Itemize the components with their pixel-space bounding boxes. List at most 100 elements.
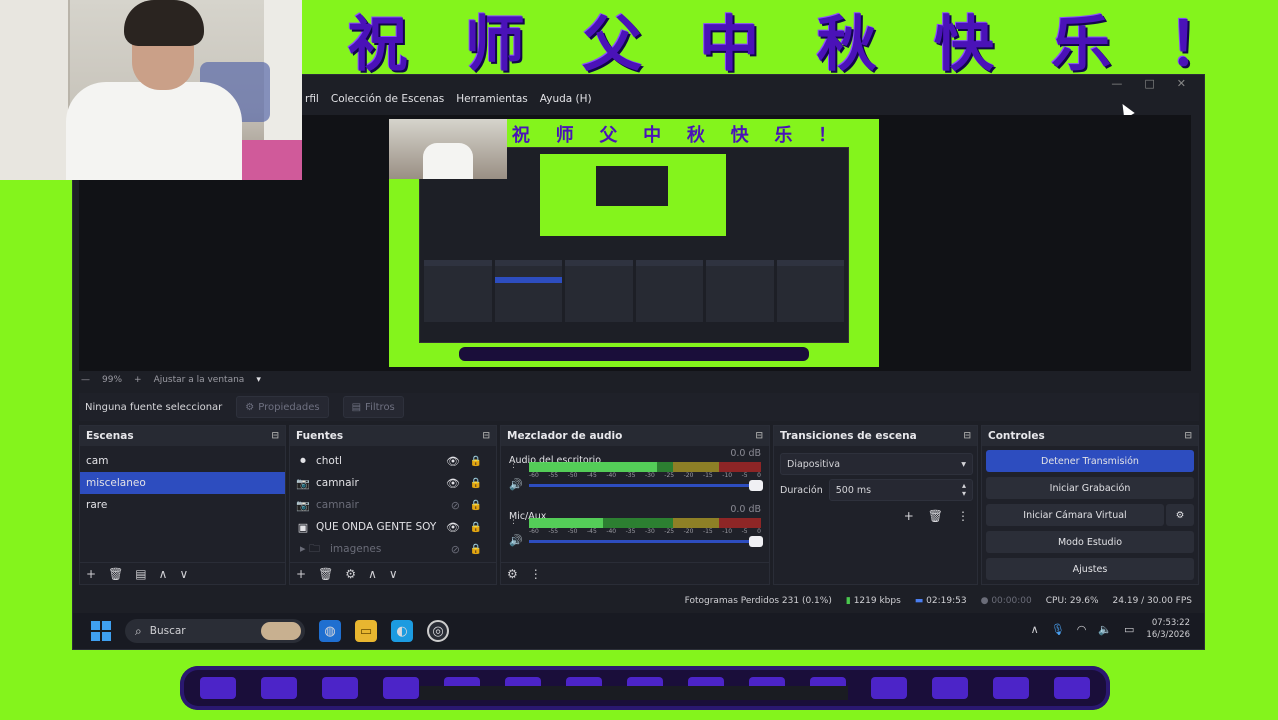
volume-slider[interactable] [529, 480, 763, 491]
menu-help[interactable]: Ayuda (H) [540, 93, 592, 111]
slider-knob[interactable] [749, 480, 763, 491]
speaker-icon[interactable]: 🔊 [509, 478, 523, 491]
lock-icon[interactable]: 🔒 [470, 522, 482, 533]
move-up-icon[interactable]: ∧ [368, 567, 377, 581]
virtual-camera-settings-icon[interactable]: ⚙ [1166, 504, 1194, 526]
dock-menu-icon[interactable]: ⊟ [482, 431, 490, 441]
eye-hidden-icon[interactable]: ⊘ [451, 543, 460, 556]
chevron-up-icon[interactable]: ∧ [1031, 623, 1039, 636]
zoom-out-button[interactable]: — [81, 375, 90, 385]
channel-db: 0.0 dB [730, 504, 761, 515]
properties-button[interactable]: ⚙ Propiedades [236, 396, 329, 418]
source-toolbar: Ninguna fuente seleccionar ⚙ Propiedades … [79, 393, 1199, 421]
maximize-icon[interactable]: □ [1144, 77, 1154, 90]
source-settings-icon[interactable]: ⚙ [345, 567, 356, 581]
duration-input[interactable]: 500 ms ▴ ▾ [828, 479, 973, 501]
mixer-settings-icon[interactable]: ⚙ [507, 567, 518, 581]
browser-source-icon: ⏺ [300, 454, 306, 467]
eye-hidden-icon[interactable]: ⊘ [451, 499, 460, 512]
eye-icon[interactable]: 👁 [446, 521, 460, 534]
stop-stream-button[interactable]: Detener Transmisión [986, 450, 1194, 472]
stepper-icon[interactable]: ▴ ▾ [962, 482, 966, 498]
zoom-controls: — 99% + Ajustar a la ventana ▾ [81, 373, 261, 387]
camera-icon: 📷 [296, 476, 310, 490]
dock-menu-icon[interactable]: ⊟ [271, 431, 279, 441]
channel-menu-icon[interactable]: ⋮ [509, 460, 518, 470]
lock-icon[interactable]: 🔒 [470, 478, 482, 489]
wifi-icon[interactable]: ◠ [1077, 623, 1087, 636]
source-item-hidden[interactable]: 📷 camnair ⊘ 🔒 [290, 494, 496, 516]
studio-mode-button[interactable]: Modo Estudio [986, 531, 1194, 553]
clock[interactable]: 07:53:22 16/3/2026 [1146, 617, 1190, 641]
transition-select[interactable]: Diapositiva ▾ [780, 453, 973, 475]
system-tray: ∧ 🎙 ◠ 🔈 ▭ 07:53:22 16/3/2026 [1031, 617, 1190, 641]
file-explorer-icon[interactable]: ▭ [355, 620, 377, 642]
add-source-icon[interactable]: + [296, 567, 306, 581]
globe-icon[interactable]: ◍ [319, 620, 341, 642]
remove-transition-icon[interactable]: 🗑 [928, 509, 943, 523]
scene-item[interactable]: rare [80, 494, 285, 516]
add-scene-icon[interactable]: + [86, 567, 96, 581]
taskbar-search[interactable]: ⌕ Buscar [125, 619, 305, 643]
channel-menu-icon[interactable]: ⋮ [509, 516, 518, 526]
virtual-camera-button[interactable]: Iniciar Cámara Virtual [986, 504, 1164, 526]
chevron-down-icon: ▾ [961, 458, 966, 470]
fit-dropdown-icon[interactable]: ▾ [256, 375, 261, 385]
dock-menu-icon[interactable]: ⊟ [963, 431, 971, 441]
lock-icon[interactable]: 🔒 [470, 544, 482, 555]
windows-taskbar: ⌕ Buscar ◍ ▭ ◐ ◎ ∧ 🎙 ◠ 🔈 ▭ 07:53:22 16/3… [73, 613, 1204, 649]
lock-icon[interactable]: 🔒 [470, 500, 482, 511]
add-transition-icon[interactable]: + [904, 509, 914, 523]
zoom-in-button[interactable]: + [134, 375, 142, 385]
edge-icon[interactable]: ◐ [391, 620, 413, 642]
menu-scene-collection[interactable]: Colección de Escenas [331, 93, 444, 111]
banner-char: 快 [933, 9, 996, 80]
microphone-icon[interactable]: 🎙 [1051, 623, 1065, 636]
transition-menu-icon[interactable]: ⋮ [957, 509, 969, 523]
volume-icon[interactable]: 🔈 [1098, 623, 1112, 636]
move-up-icon[interactable]: ∧ [159, 567, 168, 581]
remove-scene-icon[interactable]: 🗑 [108, 567, 123, 581]
mixer-menu-icon[interactable]: ⋮ [530, 567, 542, 581]
scene-item-selected[interactable]: miscelaneo [80, 472, 285, 494]
windows-start-icon[interactable] [91, 621, 111, 641]
top-banner: 祝 师 父 中 秋 快 乐 ！ [300, 0, 1278, 80]
eye-icon[interactable]: 👁 [446, 477, 460, 490]
zoom-value: 99% [102, 375, 123, 385]
slider-knob[interactable] [749, 536, 763, 547]
lock-icon[interactable]: 🔒 [470, 456, 482, 467]
banner-char: 中 [699, 9, 762, 80]
obs-icon[interactable]: ◎ [427, 620, 449, 642]
source-item[interactable]: ⏺ chotl 👁 🔒 [290, 450, 496, 472]
volume-slider[interactable] [529, 536, 763, 547]
eye-icon[interactable]: 👁 [446, 455, 460, 468]
speaker-icon[interactable]: 🔊 [509, 534, 523, 547]
scene-item[interactable]: cam [80, 450, 285, 472]
move-down-icon[interactable]: ∨ [389, 567, 398, 581]
source-item[interactable]: 📷 camnair 👁 🔒 [290, 472, 496, 494]
preview-bottom-banner [459, 347, 809, 361]
scene-filter-icon[interactable]: ▤ [135, 567, 146, 581]
camera-icon: 📷 [296, 498, 310, 512]
program-preview[interactable]: 祝师父中秋快乐！ [389, 119, 879, 700]
dock-menu-icon[interactable]: ⊟ [1184, 431, 1192, 441]
channel-db: 0.0 dB [730, 448, 761, 459]
source-group[interactable]: ▸ 🗀 imagenes ⊘ 🔒 [290, 538, 496, 560]
dock-menu-icon[interactable]: ⊟ [755, 431, 763, 441]
filters-button[interactable]: ▤ Filtros [342, 396, 404, 418]
mixer-title: Mezclador de audio [507, 430, 623, 442]
settings-button[interactable]: Ajustes [986, 558, 1194, 580]
close-icon[interactable]: ✕ [1177, 77, 1186, 90]
bitrate: ▮ 1219 kbps [845, 596, 901, 606]
remove-source-icon[interactable]: 🗑 [318, 567, 333, 581]
minimize-icon[interactable]: — [1111, 77, 1122, 90]
battery-icon[interactable]: ▭ [1124, 623, 1134, 636]
menu-tools[interactable]: Herramientas [456, 93, 528, 111]
fit-window-label[interactable]: Ajustar a la ventana [154, 375, 245, 385]
source-item[interactable]: ▣ QUE ONDA GENTE SOY E 👁 🔒 [290, 516, 496, 538]
start-recording-button[interactable]: Iniciar Grabación [986, 477, 1194, 499]
banner-char: 父 [582, 9, 645, 80]
transitions-dock: Transiciones de escena ⊟ Diapositiva ▾ Dur… [773, 425, 978, 585]
menu-profile[interactable]: rfil [305, 93, 319, 111]
move-down-icon[interactable]: ∨ [179, 567, 188, 581]
